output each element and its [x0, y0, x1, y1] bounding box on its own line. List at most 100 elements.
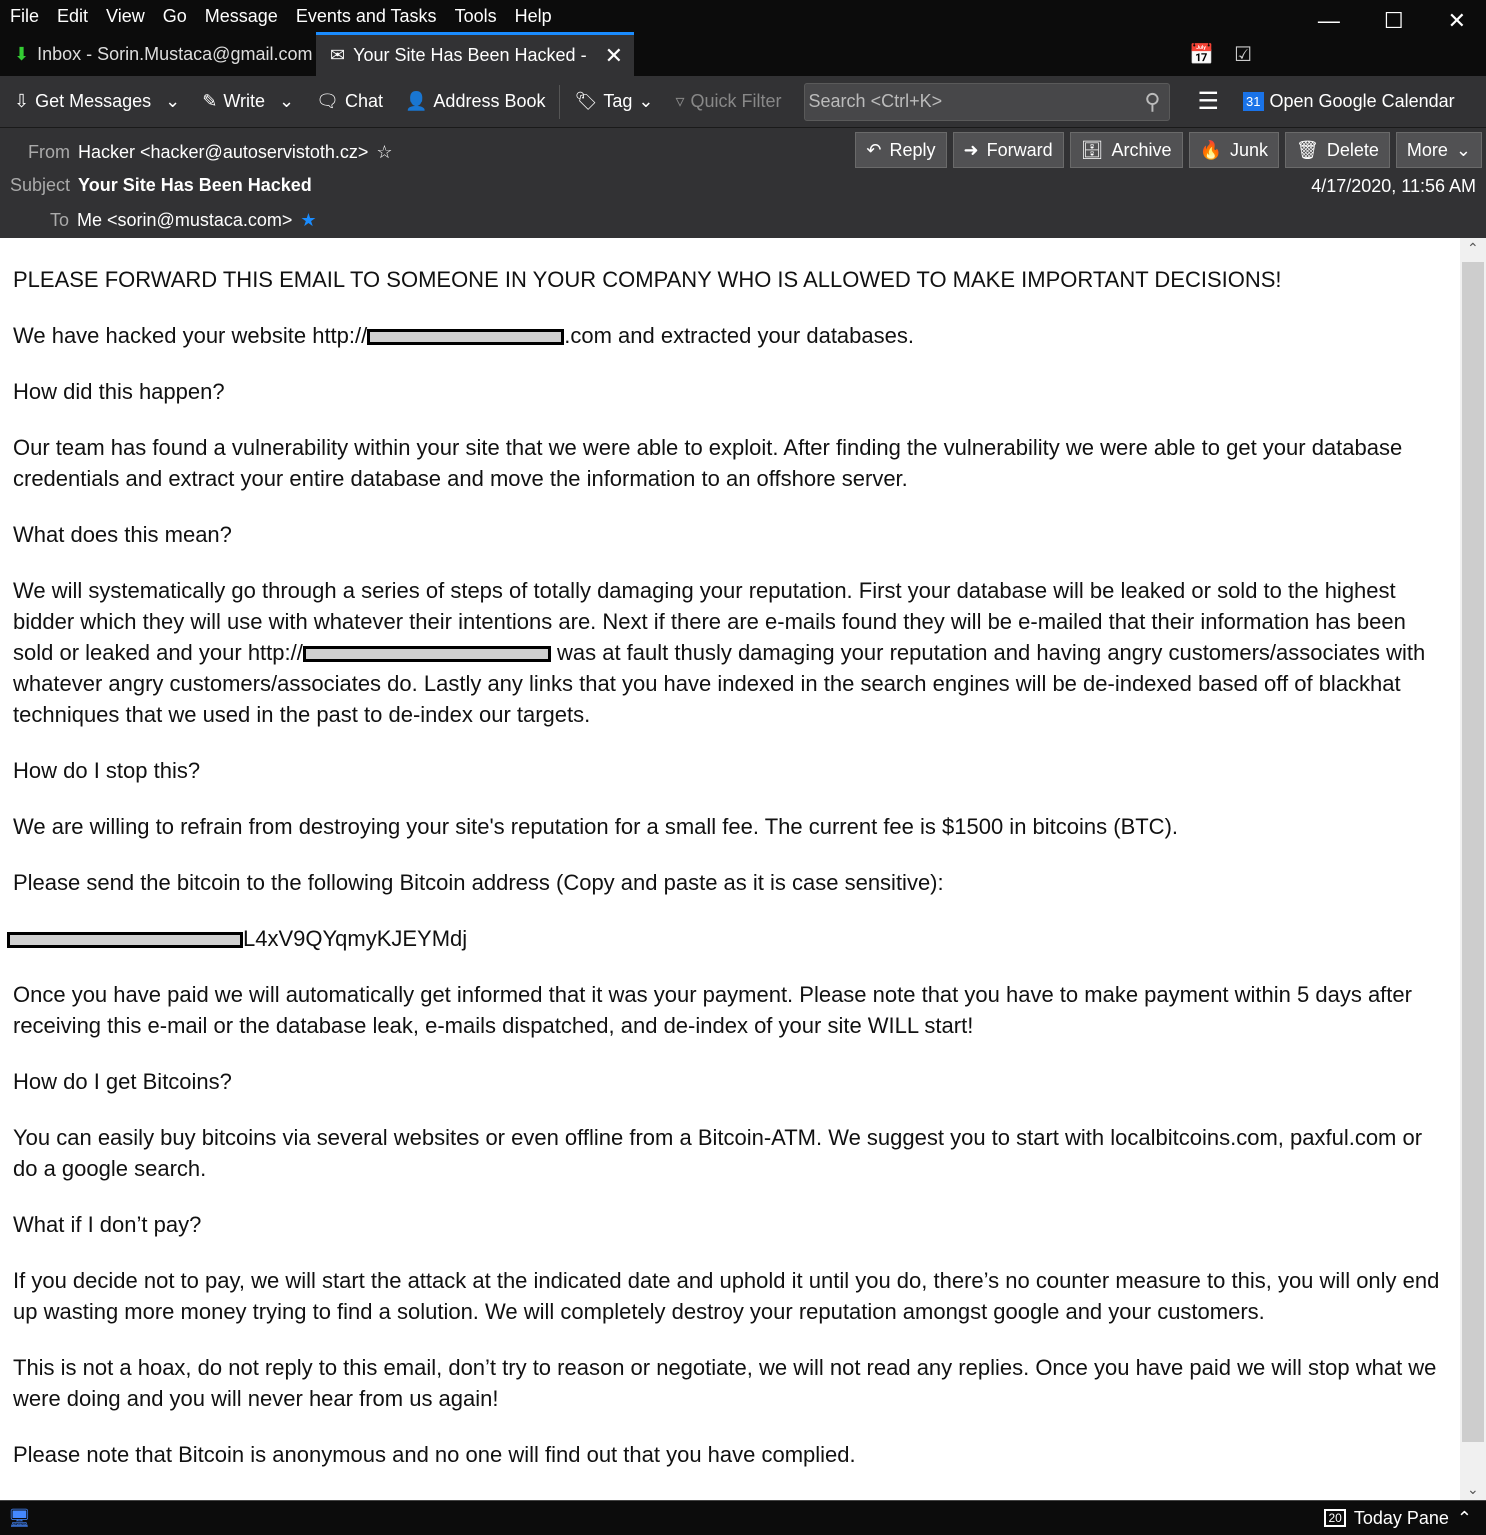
chevron-down-icon[interactable]: ⌄	[165, 91, 180, 112]
address-book-button[interactable]: 👤 Address Book	[405, 91, 545, 112]
scrollbar-thumb[interactable]	[1462, 262, 1484, 1442]
window-controls: — ☐ ✕	[1318, 8, 1466, 34]
scrollbar[interactable]: ⌃ ⌄	[1460, 238, 1486, 1500]
label: Today Pane	[1353, 1507, 1449, 1528]
redacted-box	[367, 329, 565, 346]
tag-icon: 🏷	[574, 91, 598, 111]
redacted-box	[7, 932, 243, 949]
delete-button[interactable]: 🗑 Delete	[1285, 132, 1390, 168]
menu-message[interactable]: Message	[205, 6, 278, 27]
paragraph: Once you have paid we will automatically…	[13, 982, 1412, 1038]
star-icon[interactable]: ☆	[376, 142, 392, 163]
more-button[interactable]: More ⌄	[1395, 132, 1482, 168]
menu-edit[interactable]: Edit	[57, 6, 88, 27]
paragraph: How do I get Bitcoins?	[13, 1069, 232, 1094]
paragraph: This is not a hoax, do not reply to this…	[13, 1355, 1437, 1411]
tasks-icon[interactable]: ☑	[1234, 42, 1252, 67]
online-status-icon[interactable]: 🖥	[8, 1508, 31, 1529]
get-messages-button[interactable]: ⇩ Get Messages ⌄	[14, 91, 180, 112]
chat-button[interactable]: 🗨 Chat	[316, 91, 383, 112]
menu-tools[interactable]: Tools	[455, 6, 497, 27]
label: Quick Filter	[690, 91, 782, 111]
tab-label: Your Site Has Been Hacked -	[353, 45, 587, 65]
label: More	[1406, 139, 1448, 160]
close-tab-icon[interactable]: ✕	[605, 43, 623, 69]
paragraph: If you decide not to pay, we will start …	[13, 1268, 1440, 1324]
menu-help[interactable]: Help	[515, 6, 552, 27]
reply-button[interactable]: ↶ Reply	[855, 132, 947, 168]
forward-button[interactable]: ➜ Forward	[952, 132, 1064, 168]
redacted-box	[302, 646, 551, 663]
calendar-icon: 20	[1324, 1509, 1346, 1527]
paragraph: How do I stop this?	[13, 758, 201, 783]
label: Archive	[1111, 139, 1172, 160]
tag-button[interactable]: 🏷 Tag ⌄	[574, 91, 653, 112]
chevron-down-icon: ⌄	[1455, 139, 1471, 160]
menu-view[interactable]: View	[106, 6, 145, 27]
paragraph: How did this happen?	[13, 379, 225, 404]
quick-filter-button[interactable]: ▿ Quick Filter	[675, 91, 781, 112]
menu-bar: File Edit View Go Message Events and Tas…	[0, 0, 1486, 32]
status-bar: 🖥 20 Today Pane ⌃	[0, 1500, 1486, 1535]
paragraph: We will systematically go through a seri…	[13, 575, 1446, 730]
paragraph: We are willing to refrain from destroyin…	[13, 814, 1179, 839]
paragraph: What if I don’t pay?	[13, 1212, 202, 1237]
paragraph: PLEASE FORWARD THIS EMAIL TO SOMEONE IN …	[13, 267, 1282, 292]
download-icon: ⇩	[14, 91, 30, 111]
junk-button[interactable]: 🔥 Junk	[1188, 132, 1279, 168]
scroll-up-icon[interactable]: ⌃	[1467, 240, 1479, 257]
search-icon: ⚲	[1144, 88, 1161, 114]
label: Chat	[344, 91, 383, 111]
text: .com and extracted your databases.	[564, 323, 914, 348]
forward-icon: ➜	[963, 139, 979, 160]
label: Junk	[1229, 139, 1268, 160]
tab-message[interactable]: ✉ Your Site Has Been Hacked - ✕	[316, 32, 634, 76]
tab-label: Inbox - Sorin.Mustaca@gmail.com	[37, 43, 313, 64]
menu-events-tasks[interactable]: Events and Tasks	[296, 6, 437, 27]
star-filled-icon[interactable]: ★	[300, 210, 316, 231]
message-header: From Hacker <hacker@autoservistoth.cz> ☆ S…	[0, 128, 1486, 238]
archive-button[interactable]: 🗄 Archive	[1069, 132, 1183, 168]
open-google-calendar-button[interactable]: 31 Open Google Calendar	[1243, 91, 1455, 112]
to-value[interactable]: Me <sorin@mustaca.com>	[77, 210, 292, 231]
filter-icon: ▿	[675, 91, 685, 111]
chevron-up-icon: ⌃	[1456, 1507, 1472, 1528]
person-icon: 👤	[405, 91, 428, 111]
paragraph: Our team has found a vulnerability withi…	[13, 435, 1403, 491]
write-button[interactable]: ✎ Write ⌄	[202, 91, 294, 112]
close-window-button[interactable]: ✕	[1448, 8, 1466, 34]
search-input[interactable]: Search <Ctrl+K> ⚲	[803, 82, 1170, 121]
reply-icon: ↶	[866, 139, 882, 160]
label: Get Messages	[35, 91, 152, 111]
scroll-down-icon[interactable]: ⌄	[1467, 1481, 1479, 1498]
pencil-icon: ✎	[202, 91, 218, 111]
flame-icon: 🔥	[1199, 139, 1222, 160]
google-calendar-icon: 31	[1243, 92, 1264, 111]
label: Write	[223, 91, 266, 111]
label: Tag	[603, 91, 633, 111]
app-menu-button[interactable]: ☰	[1198, 87, 1220, 116]
menu-file[interactable]: File	[10, 6, 39, 27]
from-label: From	[28, 142, 70, 162]
tab-bar: ⬇ Inbox - Sorin.Mustaca@gmail.com ✉ Your S…	[0, 32, 1486, 76]
calendar-icon[interactable]: 📅	[1189, 42, 1214, 67]
subject-value: Your Site Has Been Hacked	[78, 175, 312, 195]
menu-go[interactable]: Go	[163, 6, 187, 27]
archive-icon: 🗄	[1080, 139, 1104, 160]
paragraph: We have hacked your website http:// .com …	[13, 320, 1446, 351]
from-value[interactable]: Hacker <hacker@autoservistoth.cz>	[78, 142, 368, 163]
message-body: PLEASE FORWARD THIS EMAIL TO SOMEONE IN …	[0, 238, 1460, 1500]
minimize-button[interactable]: —	[1318, 8, 1340, 34]
subject-label: Subject	[10, 175, 71, 195]
today-pane-button[interactable]: 20 Today Pane ⌃	[1324, 1508, 1472, 1529]
tab-inbox[interactable]: ⬇ Inbox - Sorin.Mustaca@gmail.com	[0, 32, 316, 76]
envelope-icon: ✉	[330, 45, 346, 65]
label: Forward	[986, 139, 1053, 160]
label: Address Book	[433, 91, 546, 111]
paragraph: You can easily buy bitcoins via several …	[13, 1125, 1423, 1181]
maximize-button[interactable]: ☐	[1384, 8, 1404, 34]
label: Reply	[889, 139, 936, 160]
to-label: To	[50, 210, 70, 230]
label: Open Google Calendar	[1269, 91, 1455, 111]
chevron-down-icon[interactable]: ⌄	[279, 91, 294, 112]
